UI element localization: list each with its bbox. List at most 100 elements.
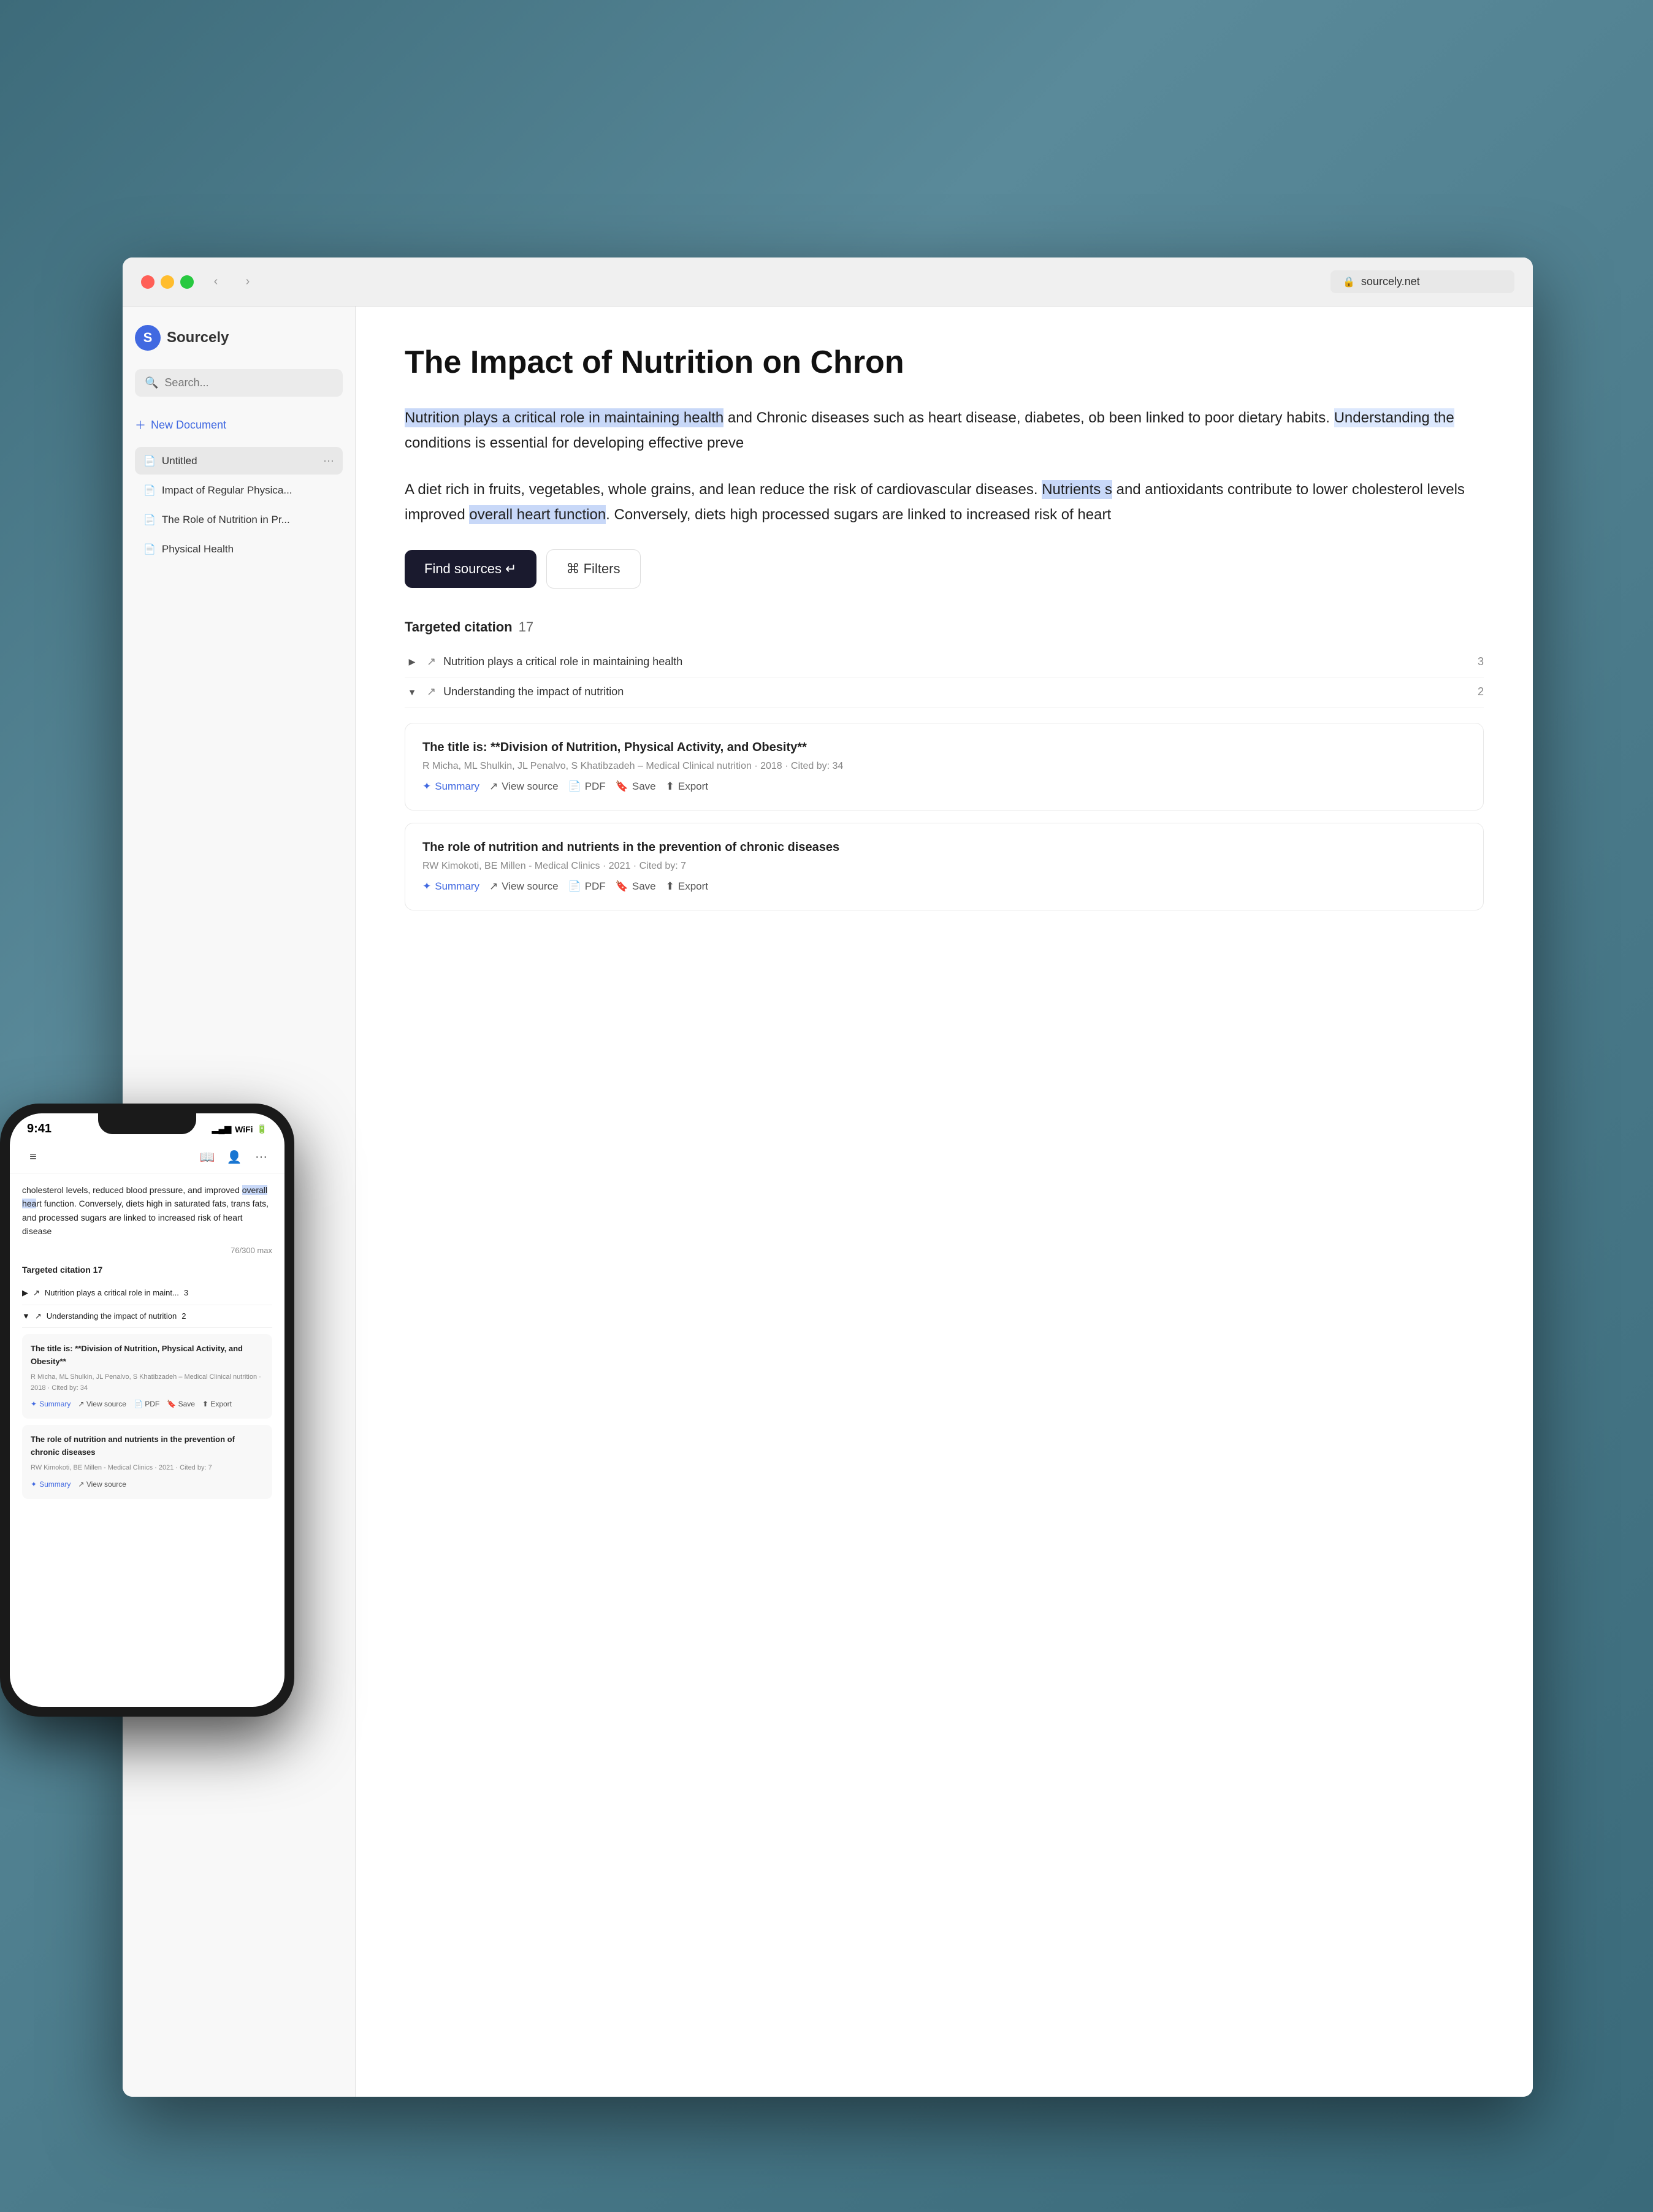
phone-save-icon-1: 🔖 <box>167 1400 176 1408</box>
more-icon[interactable]: ··· <box>250 1146 272 1168</box>
highlight-heart-function: overall heart function <box>469 505 606 524</box>
doc-item-untitled[interactable]: 📄 Untitled ··· <box>135 447 343 475</box>
summary-star-icon-2: ✦ <box>422 880 431 893</box>
phone-pdf-label-1: PDF <box>145 1400 159 1408</box>
phone-view-label-2: View source <box>86 1480 126 1489</box>
export-link-2[interactable]: ⬆ Export <box>666 880 708 893</box>
phone-citation-num-2: 2 <box>181 1310 186 1323</box>
summary-label-1: Summary <box>435 780 479 793</box>
summary-link-1[interactable]: ✦ Summary <box>422 780 479 793</box>
citation-tree: ▶ ↗ Nutrition plays a critical role in m… <box>405 647 1484 707</box>
phone-view-source-2[interactable]: ↗ View source <box>78 1479 126 1490</box>
phone-summary-link-1[interactable]: ✦ Summary <box>31 1398 71 1410</box>
view-source-link-2[interactable]: ↗ View source <box>489 880 559 893</box>
source-authors-1: R Micha, ML Shulkin, JL Penalvo, S Khati… <box>422 761 635 771</box>
source-card-2: The role of nutrition and nutrients in t… <box>405 823 1484 910</box>
signal-icon: ▂▄▆ <box>212 1124 231 1134</box>
close-button[interactable] <box>141 275 155 289</box>
phone-save-label-1: Save <box>178 1400 195 1408</box>
filters-label: ⌘ Filters <box>567 561 620 577</box>
doc-icon: 📄 <box>143 484 156 497</box>
export-icon-2: ⬆ <box>666 880 674 893</box>
phone-overlay: 9:41 ▂▄▆ WiFi 🔋 ≡ 📖 👤 ··· cho <box>0 1104 307 2176</box>
phone-save-1[interactable]: 🔖 Save <box>167 1398 195 1410</box>
phone-summary-link-2[interactable]: ✦ Summary <box>31 1479 71 1490</box>
summary-label-2: Summary <box>435 880 479 893</box>
phone-expand-1[interactable]: ▶ <box>22 1287 28 1300</box>
search-box[interactable]: 🔍 <box>135 369 343 397</box>
source-actions-1: ✦ Summary ↗ View source 📄 PDF 🔖 Save <box>422 780 1466 793</box>
phone-time: 9:41 <box>27 1122 52 1136</box>
expand-icon-1[interactable]: ▶ <box>405 655 419 669</box>
forward-button[interactable]: › <box>238 272 258 292</box>
doc-item-physica[interactable]: 📄 Impact of Regular Physica... <box>135 477 343 504</box>
expand-icon-2[interactable]: ▼ <box>405 685 419 700</box>
phone-citation-node-2: ▼ ↗ Understanding the impact of nutritio… <box>22 1305 272 1329</box>
doc-name: Impact of Regular Physica... <box>162 484 334 497</box>
phone-highlight-heart: overall hea <box>22 1185 267 1208</box>
plus-icon: ＋ <box>135 417 146 433</box>
phone-paragraph: cholesterol levels, reduced blood pressu… <box>22 1183 272 1238</box>
battery-icon: 🔋 <box>257 1124 267 1134</box>
phone-toolbar-icons: 📖 👤 ··· <box>196 1146 272 1168</box>
phone-notch <box>98 1113 196 1134</box>
phone-char-count: 76/300 max <box>22 1245 272 1257</box>
fullscreen-button[interactable] <box>180 275 194 289</box>
source-journal-1: – <box>638 761 646 771</box>
view-source-link-1[interactable]: ↗ View source <box>489 780 559 793</box>
phone-citation-node-1: ▶ ↗ Nutrition plays a critical role in m… <box>22 1282 272 1305</box>
redirect-icon-2: ↗ <box>427 685 436 698</box>
doc-item-physical-health[interactable]: 📄 Physical Health <box>135 536 343 563</box>
view-source-label-1: View source <box>502 780 558 793</box>
source-actions-2: ✦ Summary ↗ View source 📄 PDF 🔖 Save <box>422 880 1466 893</box>
logo-icon: S <box>135 325 161 351</box>
doc-more-icon[interactable]: ··· <box>323 454 334 467</box>
find-sources-button[interactable]: Find sources ↵ <box>405 550 536 588</box>
search-input[interactable] <box>164 376 333 389</box>
back-button[interactable]: ‹ <box>206 272 226 292</box>
hamburger-icon[interactable]: ≡ <box>22 1146 44 1168</box>
book-icon[interactable]: 📖 <box>196 1146 218 1168</box>
address-bar[interactable]: 🔒 sourcely.net <box>1330 270 1514 293</box>
phone-source-actions-2: ✦ Summary ↗ View source <box>31 1479 264 1490</box>
document-list: 📄 Untitled ··· 📄 Impact of Regular Physi… <box>135 447 343 565</box>
phone-body: 9:41 ▂▄▆ WiFi 🔋 ≡ 📖 👤 ··· cho <box>0 1104 294 1717</box>
phone-view-source-1[interactable]: ↗ View source <box>78 1398 126 1410</box>
doc-item-nutrition[interactable]: 📄 The Role of Nutrition in Pr... <box>135 506 343 533</box>
phone-source-cited-1: Cited by: 34 <box>52 1384 88 1392</box>
phone-source-authors-1: R Micha, ML Shulkin, JL Penalvo, S Khati… <box>31 1373 177 1381</box>
pdf-link-2[interactable]: 📄 PDF <box>568 880 606 893</box>
phone-summary-icon-1: ✦ <box>31 1398 37 1410</box>
main-content: The Impact of Nutrition on Chron Nutriti… <box>356 307 1533 2097</box>
lock-icon: 🔒 <box>1343 276 1355 288</box>
pdf-link-1[interactable]: 📄 PDF <box>568 780 606 793</box>
summary-link-2[interactable]: ✦ Summary <box>422 880 479 893</box>
save-link-2[interactable]: 🔖 Save <box>616 880 656 893</box>
phone-view-icon-2: ↗ <box>78 1480 84 1489</box>
traffic-lights <box>141 275 194 289</box>
phone-source-title-2: The role of nutrition and nutrients in t… <box>31 1433 264 1459</box>
pdf-label-1: PDF <box>585 780 606 793</box>
avatar-icon[interactable]: 👤 <box>223 1146 245 1168</box>
source-authors-2: RW Kimokoti, BE Millen - Medical Clinics <box>422 861 600 871</box>
summary-star-icon: ✦ <box>422 780 431 793</box>
export-label-2: Export <box>678 880 708 893</box>
phone-export-1[interactable]: ⬆ Export <box>202 1398 232 1410</box>
phone-source-card-1: The title is: **Division of Nutrition, P… <box>22 1334 272 1419</box>
doc-title: The Impact of Nutrition on Chron <box>405 343 1484 381</box>
action-bar: Find sources ↵ ⌘ Filters <box>405 549 1484 589</box>
phone-expand-2[interactable]: ▼ <box>22 1310 30 1323</box>
citation-title: Targeted citation <box>405 619 513 635</box>
new-document-button[interactable]: ＋ New Document <box>135 412 343 438</box>
phone-summary-label-1: Summary <box>39 1398 71 1410</box>
citation-node-1: ▶ ↗ Nutrition plays a critical role in m… <box>405 647 1484 677</box>
export-link-1[interactable]: ⬆ Export <box>666 780 708 793</box>
save-link-1[interactable]: 🔖 Save <box>616 780 656 793</box>
citation-node-text-2: Understanding the impact of nutrition <box>443 685 1470 698</box>
save-label-2: Save <box>632 880 656 893</box>
minimize-button[interactable] <box>161 275 174 289</box>
phone-pdf-1[interactable]: 📄 PDF <box>134 1398 159 1410</box>
view-source-label-2: View source <box>502 880 558 893</box>
filters-button[interactable]: ⌘ Filters <box>546 549 641 589</box>
source-meta-2: RW Kimokoti, BE Millen - Medical Clinics… <box>422 861 1466 872</box>
